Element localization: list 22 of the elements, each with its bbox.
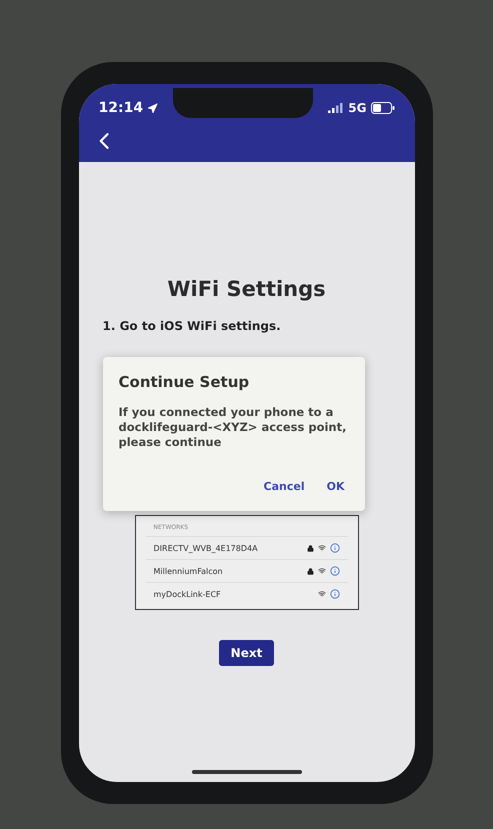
battery-icon bbox=[370, 102, 394, 114]
dialog-title: Continue Setup bbox=[118, 373, 250, 391]
network-name: myDockLink-ECF bbox=[154, 590, 221, 598]
wifi-icon bbox=[318, 590, 326, 598]
next-button[interactable]: Next bbox=[218, 640, 274, 666]
wifi-icon bbox=[318, 544, 326, 552]
instruction-step: 1. Go to iOS WiFi settings. bbox=[78, 319, 281, 333]
page-title: WiFi Settings bbox=[167, 277, 326, 301]
dialog-message: If you connected your phone to a docklifeguard-<XYZ> access point, please continue bbox=[118, 405, 348, 450]
dialog-button[interactable]: Cancel bbox=[264, 480, 305, 493]
network-name: MillenniumFalcon bbox=[154, 566, 223, 576]
network-name: DIRECTV_WVB_4E178D4A bbox=[154, 544, 258, 552]
info-icon bbox=[330, 589, 340, 599]
signal-icon bbox=[328, 103, 344, 113]
dialog-button[interactable]: OK bbox=[326, 480, 344, 493]
chevron-left-icon bbox=[98, 133, 108, 149]
status-time: 12:14 bbox=[98, 100, 144, 116]
wifi-icon bbox=[318, 567, 326, 575]
info-icon bbox=[330, 543, 340, 553]
network-type: 5G bbox=[348, 101, 366, 115]
location-arrow-icon bbox=[147, 102, 158, 114]
info-icon bbox=[330, 566, 340, 576]
